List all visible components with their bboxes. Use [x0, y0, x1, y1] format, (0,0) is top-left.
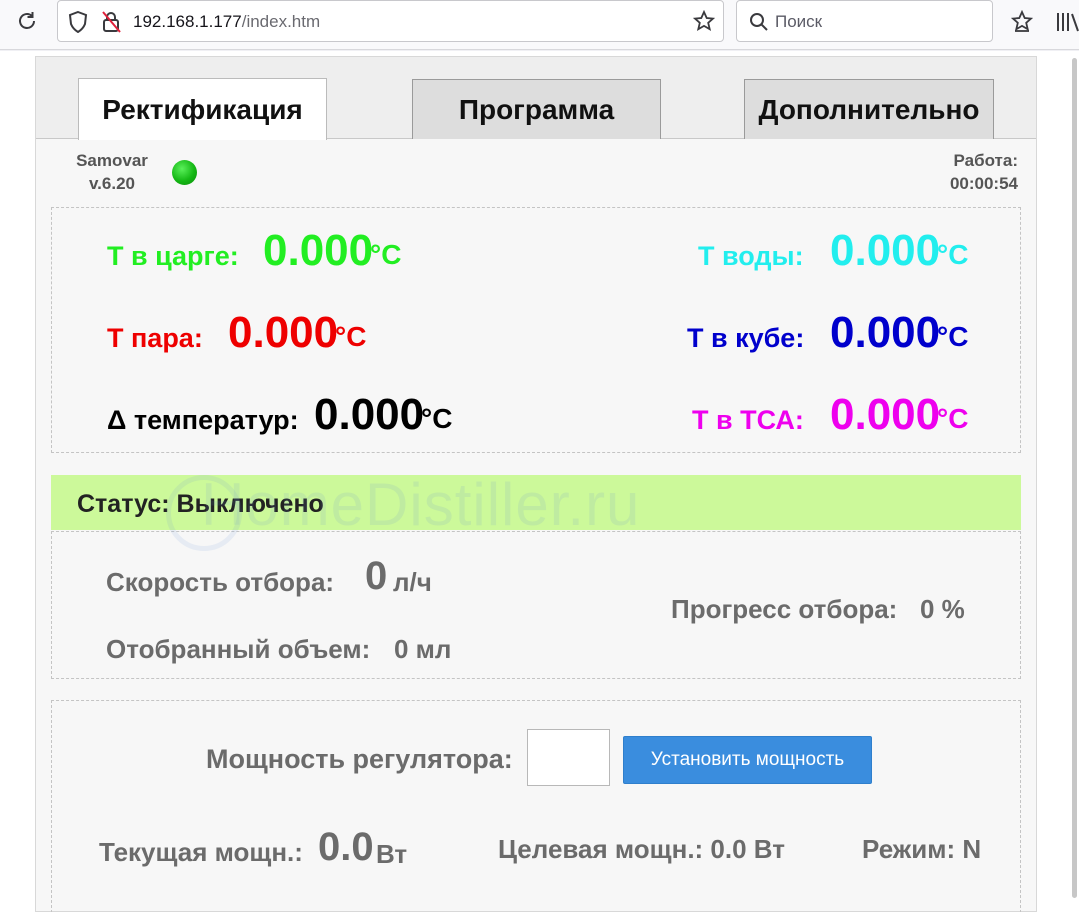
- tsa-temp-label: Т в ТСА:: [692, 405, 804, 435]
- delta-temp-unit: °C: [421, 403, 453, 434]
- temperatures-panel: Т в царге: 0.000 °C Т пара: 0.000 °C Δ т…: [51, 207, 1021, 453]
- water-temp-label: Т воды:: [698, 241, 804, 271]
- delta-temp-label: Δ температур:: [107, 405, 299, 435]
- url-host: 192.168.1.177: [133, 12, 242, 31]
- tab-additional[interactable]: Дополнительно: [744, 79, 994, 139]
- browser-toolbar: 192.168.1.177/index.htm Поиск: [0, 0, 1079, 50]
- vapor-temp-unit: °C: [335, 321, 367, 352]
- url-bar[interactable]: 192.168.1.177/index.htm: [57, 0, 724, 42]
- progress-value: 0 %: [920, 594, 965, 624]
- url-path: /index.htm: [241, 12, 321, 31]
- tsa-temp-value: 0.000: [830, 390, 941, 439]
- search-icon: [750, 13, 768, 31]
- version-block: Samovar v.6.20: [72, 149, 152, 195]
- speed-label: Скорость отбора:: [106, 567, 335, 597]
- library-icon[interactable]: [1056, 11, 1079, 33]
- set-power-button[interactable]: Установить мощность: [623, 736, 872, 784]
- target-power-label: Целевая мощн.: 0.0 Вт: [498, 834, 785, 864]
- tab-strip: Ректификация Программа Дополнительно: [36, 57, 1036, 140]
- cube-temp-label: Т в кубе:: [687, 323, 805, 353]
- app-version: v.6.20: [88, 174, 135, 193]
- status-bar: Статус: Выключено: [51, 475, 1021, 530]
- mode-label: Режим: N: [862, 834, 982, 864]
- bookmarks-star-icon[interactable]: [1011, 10, 1033, 32]
- power-input[interactable]: [527, 729, 610, 786]
- app-container: Ректификация Программа Дополнительно Sam…: [35, 56, 1037, 912]
- water-temp-value: 0.000: [830, 226, 941, 275]
- tab-rectification[interactable]: Ректификация: [78, 78, 327, 140]
- current-power-label: Текущая мощн.:: [99, 837, 303, 867]
- vapor-temp-label: Т пара:: [107, 323, 203, 353]
- scrollbar-thumb[interactable]: [1072, 58, 1077, 898]
- column-temp-label: Т в царге:: [107, 241, 239, 271]
- search-bar[interactable]: Поиск: [736, 0, 993, 42]
- reload-icon[interactable]: [16, 10, 38, 32]
- speed-value: 0: [365, 554, 388, 598]
- status-text: Статус: Выключено: [77, 490, 324, 518]
- app-name: Samovar: [76, 151, 148, 170]
- bookmark-star-icon[interactable]: [693, 10, 715, 32]
- url-text[interactable]: 192.168.1.177/index.htm: [133, 12, 320, 32]
- cube-temp-value: 0.000: [830, 308, 941, 357]
- progress-label: Прогресс отбора:: [671, 594, 898, 624]
- speed-unit: л/ч: [393, 567, 432, 597]
- tab-program[interactable]: Программа: [412, 79, 661, 139]
- current-power-value: 0.0: [318, 825, 374, 869]
- stats-panel: Скорость отбора: 0 л/ч Отобранный объем:…: [51, 531, 1021, 679]
- volume-value: 0 мл: [394, 634, 452, 664]
- work-time: 00:00:54: [949, 174, 1018, 193]
- column-temp-unit: °C: [370, 239, 402, 270]
- cube-temp-unit: °C: [937, 321, 969, 352]
- delta-temp-value: 0.000: [314, 390, 425, 439]
- work-label: Работа:: [953, 151, 1018, 170]
- regulator-power-label: Мощность регулятора:: [206, 744, 513, 774]
- work-timer: Работа: 00:00:54: [950, 149, 1018, 195]
- column-temp-value: 0.000: [263, 226, 374, 275]
- volume-label: Отобранный объем:: [106, 634, 371, 664]
- vapor-temp-value: 0.000: [228, 308, 339, 357]
- current-power-unit: Вт: [376, 839, 408, 869]
- search-placeholder: Поиск: [775, 12, 823, 31]
- shield-icon[interactable]: [68, 11, 88, 33]
- status-led: [172, 160, 197, 185]
- tsa-temp-unit: °C: [937, 403, 969, 434]
- insecure-lock-icon[interactable]: [100, 10, 122, 34]
- water-temp-unit: °C: [937, 239, 969, 270]
